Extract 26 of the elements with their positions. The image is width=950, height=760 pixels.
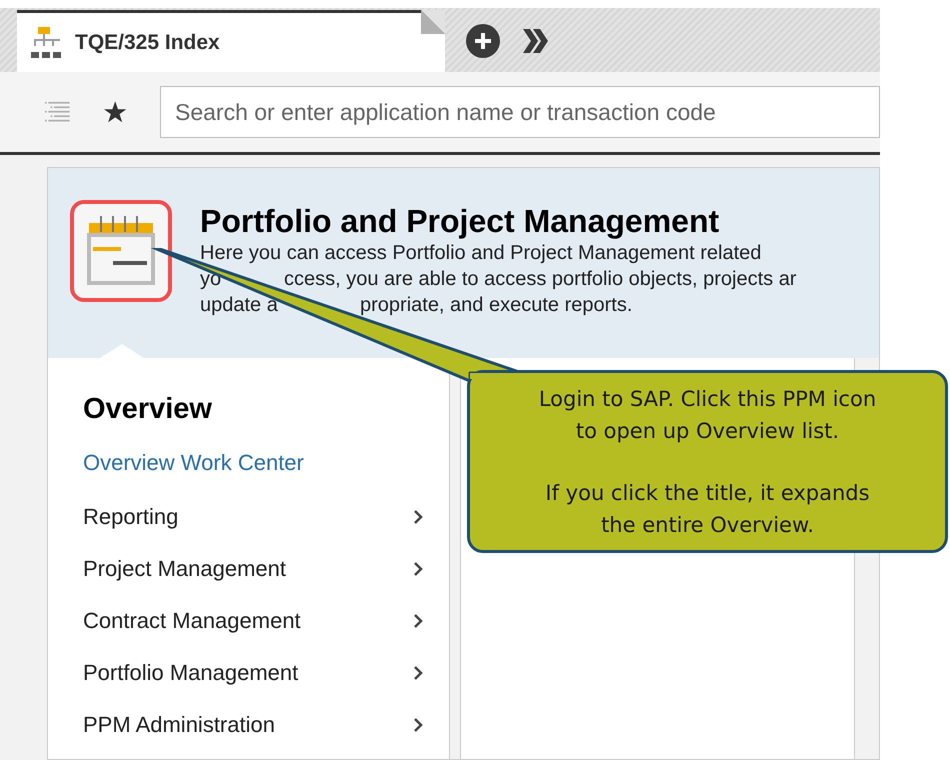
chevron-right-icon <box>413 716 423 732</box>
app-icon[interactable] <box>70 200 172 302</box>
app-description: ccess, you are able to access portfolio objects, projects ar <box>284 267 796 292</box>
hierarchy-icon <box>31 26 63 60</box>
app-title: Portfolio and Project Management <box>200 202 720 240</box>
double-chevron-icon[interactable] <box>521 27 549 55</box>
tab[interactable]: TQE/325 Index <box>17 10 445 72</box>
menu-item[interactable]: Contract Management <box>83 594 423 646</box>
menu-item[interactable]: Portfolio Management <box>83 646 423 698</box>
add-icon[interactable] <box>465 23 501 59</box>
chevron-right-icon <box>413 612 423 628</box>
callout-text: Login to SAP. Click this PPM icon to open up Overview list. <box>538 386 876 444</box>
app-description: propriate, and execute reports. <box>360 293 632 318</box>
app-description: update a <box>200 293 279 318</box>
tab-title: TQE/325 Index <box>75 30 220 56</box>
chevron-right-icon <box>413 664 423 680</box>
app-description: Here you can access Portfolio and Project Management related <box>200 241 762 266</box>
callout-text: If you click the title, it expands the entire Overview. <box>545 480 870 538</box>
work-center-link[interactable]: Overview Work Center <box>83 446 423 478</box>
menu-item[interactable]: Project Management <box>83 542 423 594</box>
chevron-right-icon <box>413 508 423 524</box>
menu-title[interactable]: Overview <box>83 388 423 432</box>
menu-item[interactable]: Reporting <box>83 490 423 542</box>
chevron-right-icon <box>413 560 423 576</box>
search-field[interactable]: Search or enter application name or transaction code <box>160 86 880 138</box>
menu-item[interactable]: PPM Administration <box>83 698 423 750</box>
